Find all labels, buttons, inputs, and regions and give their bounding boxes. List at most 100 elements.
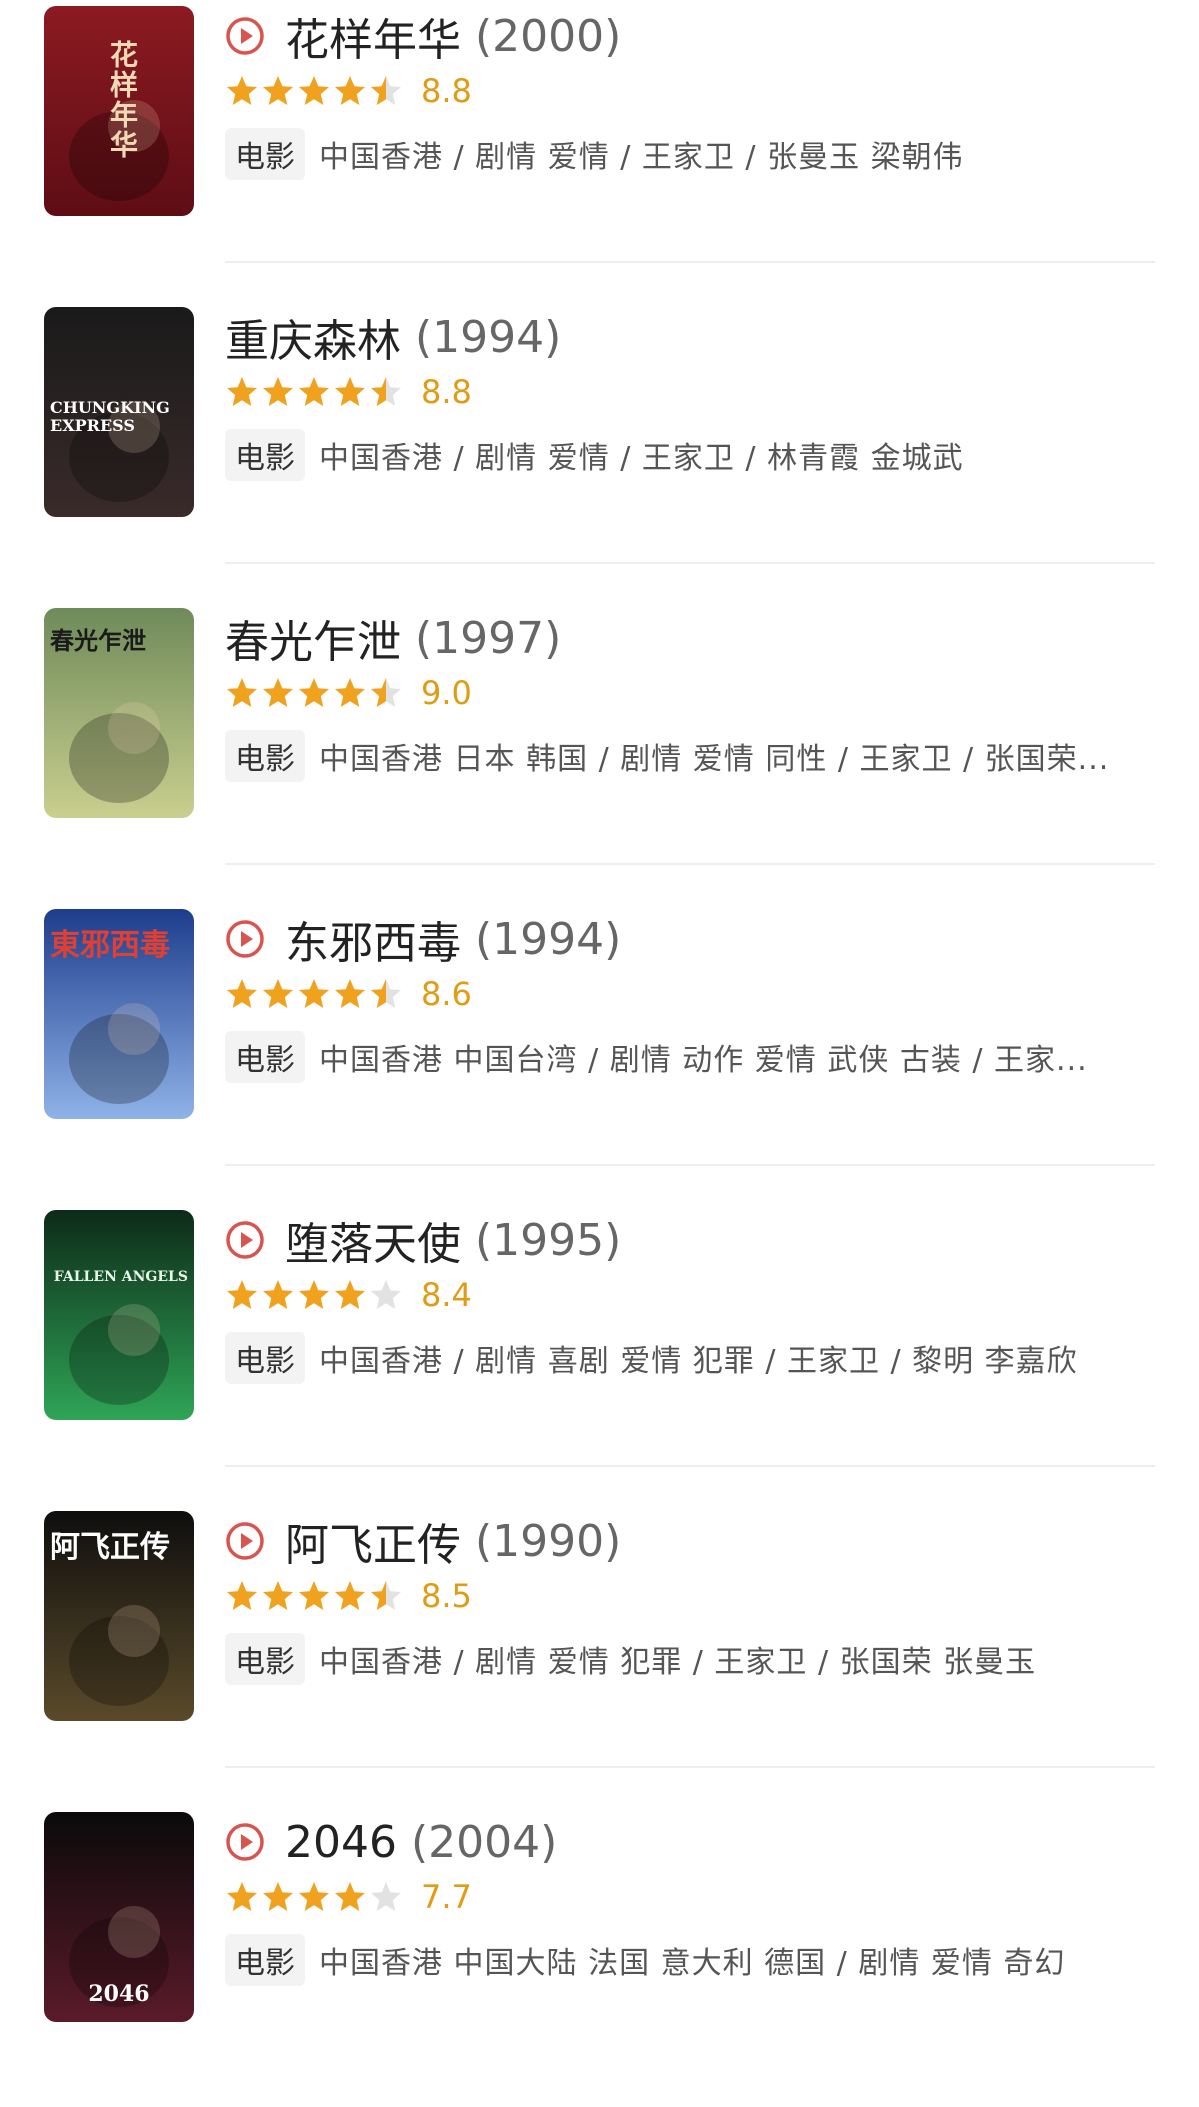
title-row: 重庆森林 (1994) — [225, 305, 1155, 369]
movie-title[interactable]: 2046 — [285, 1817, 397, 1868]
movie-year: (1997) — [415, 612, 562, 664]
divider — [225, 1465, 1155, 1467]
star-rating — [225, 74, 405, 108]
category-tag: 电影 — [225, 429, 305, 481]
title-row: 春光乍泄 (1997) — [225, 606, 1155, 670]
movie-title[interactable]: 阿飞正传 — [285, 1509, 461, 1573]
star-full-icon — [261, 676, 295, 710]
star-full-icon — [297, 1278, 331, 1312]
movie-info: 春光乍泄 (1997) 9.0 电影 中国香港 日本 韩国 / 剧情 爱情 同性 / … — [225, 608, 1155, 786]
category-tag: 电影 — [225, 128, 305, 180]
rating-row: 9.0 — [225, 670, 1155, 716]
category-tag: 电影 — [225, 730, 305, 782]
movie-title[interactable]: 重庆森林 — [225, 305, 401, 369]
star-half-icon — [369, 375, 403, 409]
star-full-icon — [297, 676, 331, 710]
movie-poster[interactable]: 春光乍泄 — [44, 608, 194, 818]
meta-row: 电影 中国香港 中国大陆 法国 意大利 德国 / 剧情 爱情 奇幻 — [225, 1930, 1155, 1990]
poster-title-text: FALLEN ANGELS — [53, 1269, 188, 1285]
play-icon[interactable] — [225, 1822, 265, 1862]
rating-score: 8.8 — [421, 72, 472, 110]
list-item[interactable]: 春光乍泄 春光乍泄 (1997) 9.0 电影 中国香港 日本 韩国 / 剧情 爱情 同… — [0, 602, 1199, 903]
movie-poster[interactable]: CHUNGKING EXPRESS — [44, 307, 194, 517]
star-full-icon — [225, 1579, 259, 1613]
rating-row: 8.6 — [225, 971, 1155, 1017]
movie-poster[interactable]: FALLEN ANGELS — [44, 1210, 194, 1420]
list-item[interactable]: 2046 2046 (2004) 7.7 电影 中国香港 中国大陆 法国 意大利 德国 /… — [0, 1806, 1199, 2107]
poster-title-text: 阿飞正传 — [50, 1530, 170, 1565]
meta-row: 电影 中国香港 中国台湾 / 剧情 动作 爱情 武侠 古装 / 王家... — [225, 1027, 1155, 1087]
divider — [225, 1164, 1155, 1166]
star-full-icon — [333, 1278, 367, 1312]
star-rating — [225, 977, 405, 1011]
star-full-icon — [333, 977, 367, 1011]
divider — [225, 1766, 1155, 1768]
star-full-icon — [225, 375, 259, 409]
poster-title-text: 東邪西毒 — [50, 928, 170, 963]
poster-title-text: 2046 — [88, 1981, 150, 2007]
star-full-icon — [297, 1880, 331, 1914]
star-full-icon — [225, 977, 259, 1011]
list-item[interactable]: CHUNGKING EXPRESS 重庆森林 (1994) 8.8 电影 中国香港 / … — [0, 301, 1199, 602]
star-half-icon — [369, 1579, 403, 1613]
star-full-icon — [297, 1579, 331, 1613]
list-item[interactable]: 阿飞正传 阿飞正传 (1990) 8.5 电影 中国香港 / 剧情 爱情 犯罪 / 王家… — [0, 1505, 1199, 1806]
rating-score: 7.7 — [421, 1878, 472, 1916]
title-row: 花样年华 (2000) — [225, 6, 1155, 66]
title-row: 阿飞正传 (1990) — [225, 1511, 1155, 1571]
star-full-icon — [333, 676, 367, 710]
star-half-icon — [369, 676, 403, 710]
rating-score: 8.4 — [421, 1276, 472, 1314]
divider — [225, 261, 1155, 263]
star-full-icon — [333, 1880, 367, 1914]
list-item[interactable]: 東邪西毒 东邪西毒 (1994) 8.6 电影 中国香港 中国台湾 / 剧情 动作 爱情… — [0, 903, 1199, 1204]
movie-info: 阿飞正传 (1990) 8.5 电影 中国香港 / 剧情 爱情 犯罪 / 王家卫 / … — [225, 1511, 1155, 1689]
category-tag: 电影 — [225, 1934, 305, 1986]
movie-poster[interactable]: 阿飞正传 — [44, 1511, 194, 1721]
movie-year: (1994) — [415, 311, 562, 363]
movie-meta: 中国香港 中国台湾 / 剧情 动作 爱情 武侠 古装 / 王家... — [319, 1043, 1088, 1078]
rating-row: 8.8 — [225, 68, 1155, 114]
star-full-icon — [261, 74, 295, 108]
play-icon[interactable] — [225, 1521, 265, 1561]
divider — [225, 562, 1155, 564]
category-tag: 电影 — [225, 1031, 305, 1083]
rating-row: 7.7 — [225, 1874, 1155, 1920]
poster-title-text: 花样年华 — [106, 40, 139, 160]
movie-meta: 中国香港 / 剧情 爱情 / 王家卫 / 张曼玉 梁朝伟 — [319, 140, 964, 175]
star-rating — [225, 1278, 405, 1312]
star-full-icon — [225, 74, 259, 108]
list-item[interactable]: 花样年华 花样年华 (2000) 8.8 电影 中国香港 / 剧情 爱情 / 王家卫 /… — [0, 0, 1199, 301]
star-full-icon — [297, 375, 331, 409]
meta-row: 电影 中国香港 / 剧情 爱情 / 王家卫 / 林青霞 金城武 — [225, 425, 1155, 485]
movie-info: 花样年华 (2000) 8.8 电影 中国香港 / 剧情 爱情 / 王家卫 / 张曼玉… — [225, 6, 1155, 184]
play-icon[interactable] — [225, 1220, 265, 1260]
movie-poster[interactable]: 花样年华 — [44, 6, 194, 216]
meta-row: 电影 中国香港 / 剧情 喜剧 爱情 犯罪 / 王家卫 / 黎明 李嘉欣 — [225, 1328, 1155, 1388]
star-half-icon — [369, 74, 403, 108]
meta-row: 电影 中国香港 / 剧情 爱情 / 王家卫 / 张曼玉 梁朝伟 — [225, 124, 1155, 184]
title-row: 2046 (2004) — [225, 1812, 1155, 1872]
movie-title[interactable]: 东邪西毒 — [285, 907, 461, 971]
rating-row: 8.8 — [225, 369, 1155, 415]
rating-score: 8.8 — [421, 373, 472, 411]
list-item[interactable]: FALLEN ANGELS 堕落天使 (1995) 8.4 电影 中国香港 / 剧情 喜剧… — [0, 1204, 1199, 1505]
movie-poster[interactable]: 東邪西毒 — [44, 909, 194, 1119]
star-half-icon — [369, 977, 403, 1011]
movie-meta: 中国香港 / 剧情 爱情 犯罪 / 王家卫 / 张国荣 张曼玉 — [319, 1645, 1037, 1680]
rating-score: 9.0 — [421, 674, 472, 712]
movie-title[interactable]: 花样年华 — [285, 4, 461, 68]
play-icon[interactable] — [225, 919, 265, 959]
play-icon[interactable] — [225, 16, 265, 56]
movie-year: (1990) — [475, 1515, 622, 1567]
movie-title[interactable]: 堕落天使 — [285, 1208, 461, 1272]
rating-row: 8.4 — [225, 1272, 1155, 1318]
movie-poster[interactable]: 2046 — [44, 1812, 194, 2022]
movie-year: (1995) — [475, 1214, 622, 1266]
star-full-icon — [261, 375, 295, 409]
meta-row: 电影 中国香港 / 剧情 爱情 犯罪 / 王家卫 / 张国荣 张曼玉 — [225, 1629, 1155, 1689]
star-full-icon — [261, 1278, 295, 1312]
title-row: 东邪西毒 (1994) — [225, 909, 1155, 969]
movie-title[interactable]: 春光乍泄 — [225, 606, 401, 670]
movie-meta: 中国香港 / 剧情 喜剧 爱情 犯罪 / 王家卫 / 黎明 李嘉欣 — [319, 1344, 1078, 1379]
